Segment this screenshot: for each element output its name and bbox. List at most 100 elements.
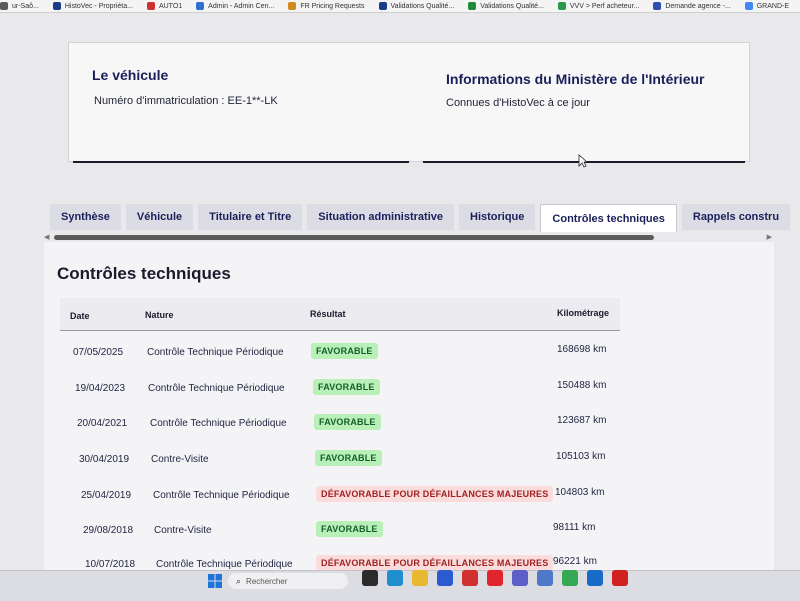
bookmark-item[interactable]: AUTO1 (146, 2, 183, 10)
inspection-date: 25/04/2019 (81, 490, 132, 501)
table-row: 29/08/2018 Contre-Visite FAVORABLE 98111 km (44, 520, 644, 554)
windows-start-icon[interactable] (208, 574, 222, 588)
inspection-nature: Contrôle Technique Périodique (147, 347, 284, 358)
bookmark-label: ur-Saô... (12, 2, 39, 10)
app-icon[interactable] (462, 570, 478, 586)
table-row: 07/05/2025 Contrôle Technique Périodique F… (44, 342, 644, 376)
inspection-date: 19/04/2023 (75, 383, 126, 394)
bookmark-favicon-icon (468, 2, 477, 10)
edge-icon[interactable] (387, 570, 403, 586)
section-title: Contrôles techniques (57, 264, 231, 283)
tab-historique[interactable]: Historique (459, 204, 536, 230)
bookmark-favicon-icon (196, 2, 205, 10)
tab-synthese[interactable]: Synthèse (50, 204, 121, 230)
bookmark-item[interactable]: VVV > Perf acheteur... (557, 2, 640, 10)
bookmark-label: Validations Qualité... (480, 2, 544, 10)
scrollbar-thumb[interactable] (54, 235, 654, 240)
inspection-mileage: 123687 km (557, 415, 607, 426)
tab-situation-administrative[interactable]: Situation administrative (307, 204, 454, 230)
bookmark-favicon-icon (653, 2, 662, 10)
result-badge: DÉFAVORABLE POUR DÉFAILLANCES MAJEURES (316, 555, 554, 571)
ministry-title: Informations du Ministère de l'Intérieur (446, 71, 705, 87)
task-view-icon[interactable] (362, 570, 378, 586)
table-row: 25/04/2019 Contrôle Technique Périodique D… (44, 485, 644, 519)
bookmark-label: Demande agence -... (665, 2, 731, 10)
tab-scrollbar[interactable]: ◀ ▶ (44, 232, 772, 242)
technical-inspections-section: Contrôles techniques Date Nature Résulta… (44, 242, 774, 572)
result-badge: FAVORABLE (314, 414, 381, 430)
result-badge: FAVORABLE (316, 521, 383, 537)
bookmark-item[interactable]: Admin - Admin Cen... (196, 2, 274, 10)
plate-number: Numéro d'immatriculation : EE-1**-LK (94, 95, 278, 107)
table-row: 30/04/2019 Contre-Visite FAVORABLE 105103 k… (44, 449, 644, 483)
bookmark-label: Validations Qualité... (390, 2, 455, 10)
inspection-mileage: 98111 km (553, 522, 596, 533)
inspection-mileage: 168698 km (557, 344, 607, 355)
bookmark-item[interactable]: Validations Qualité... (378, 2, 455, 10)
column-result: Résultat (310, 309, 346, 319)
bookmark-favicon-icon (557, 2, 566, 10)
tab-titulaire-et-titre[interactable]: Titulaire et Titre (198, 204, 303, 230)
result-badge: FAVORABLE (313, 379, 380, 395)
ministry-card: Informations du Ministère de l'Intérieur… (423, 43, 745, 163)
bookmark-label: AUTO1 (158, 2, 183, 10)
bookmark-label: FR Pricing Requests (300, 2, 365, 10)
bookmark-item[interactable]: HistoVec - Propriéta... (52, 2, 133, 10)
bookmark-item[interactable]: GRAND-E (744, 2, 790, 10)
inspection-date: 29/08/2018 (83, 525, 134, 536)
inspection-date: 20/04/2021 (77, 418, 128, 429)
bookmark-label: GRAND-E (756, 2, 790, 10)
inspection-nature: Contre-Visite (154, 525, 212, 536)
store-icon[interactable] (437, 570, 453, 586)
notepad-icon[interactable] (537, 570, 553, 586)
table-row: 20/04/2021 Contrôle Technique Périodique F… (44, 413, 644, 447)
bookmark-favicon-icon (378, 2, 387, 10)
bookmark-label: HistoVec - Propriéta... (64, 2, 133, 10)
inspection-date: 10/07/2018 (85, 559, 136, 570)
file-explorer-icon[interactable] (412, 570, 428, 586)
tab-bar: Synthèse Véhicule Titulaire et Titre Situat… (50, 204, 800, 232)
pdf-icon[interactable] (612, 570, 628, 586)
remote-icon[interactable] (587, 570, 603, 586)
inspection-mileage: 105103 km (556, 451, 606, 462)
scroll-left-icon[interactable]: ◀ (44, 233, 49, 241)
bookmark-item[interactable]: ur-Saô... (0, 2, 39, 10)
inspection-date: 30/04/2019 (79, 454, 130, 465)
mouse-cursor-icon (578, 154, 588, 168)
search-icon: ⌕ (236, 575, 242, 586)
inspection-mileage: 104803 km (555, 487, 605, 498)
bookmark-favicon-icon (52, 2, 61, 10)
inspection-mileage: 96221 km (553, 556, 597, 567)
inspection-mileage: 150488 km (557, 380, 607, 391)
tab-controles-techniques[interactable]: Contrôles techniques (540, 204, 677, 232)
search-placeholder: Rechercher (246, 576, 288, 586)
column-nature: Nature (145, 310, 174, 320)
column-mileage: Kilométrage (557, 308, 610, 318)
bookmark-favicon-icon (744, 2, 753, 10)
bookmarks-bar: ur-Saô... HistoVec - Propriéta... AUTO1 Adm… (0, 0, 800, 13)
inspection-nature: Contrôle Technique Périodique (153, 490, 290, 501)
scroll-right-icon[interactable]: ▶ (767, 233, 772, 241)
result-badge: DÉFAVORABLE POUR DÉFAILLANCES MAJEURES (316, 486, 554, 502)
teams-icon[interactable] (512, 570, 528, 586)
tab-rappels-constru[interactable]: Rappels constru (681, 204, 791, 230)
chrome-icon[interactable] (562, 570, 578, 586)
result-badge: FAVORABLE (311, 343, 378, 359)
bookmark-favicon-icon (288, 2, 297, 10)
table-row: 19/04/2023 Contrôle Technique Périodique F… (44, 378, 644, 412)
table-header: Date Nature Résultat Kilométrage (60, 298, 620, 331)
result-badge: FAVORABLE (315, 450, 382, 466)
inspection-nature: Contrôle Technique Périodique (148, 383, 285, 394)
vehicle-title: Le véhicule (92, 67, 169, 83)
bookmark-label: VVV > Perf acheteur... (569, 2, 640, 10)
bookmark-item[interactable]: FR Pricing Requests (288, 2, 365, 10)
bookmark-item[interactable]: Demande agence -... (653, 2, 731, 10)
inspection-nature: Contrôle Technique Périodique (156, 559, 293, 570)
vehicle-info-block: Le véhicule Numéro d'immatriculation : E… (68, 42, 750, 163)
ministry-subtitle: Connues d'HistoVec à ce jour (446, 97, 590, 109)
taskbar-search[interactable]: ⌕ Rechercher (228, 573, 348, 589)
opera-icon[interactable] (487, 570, 503, 586)
inspection-nature: Contrôle Technique Périodique (150, 418, 287, 429)
bookmark-item[interactable]: Validations Qualité... (468, 2, 544, 10)
tab-vehicule[interactable]: Véhicule (125, 204, 194, 230)
